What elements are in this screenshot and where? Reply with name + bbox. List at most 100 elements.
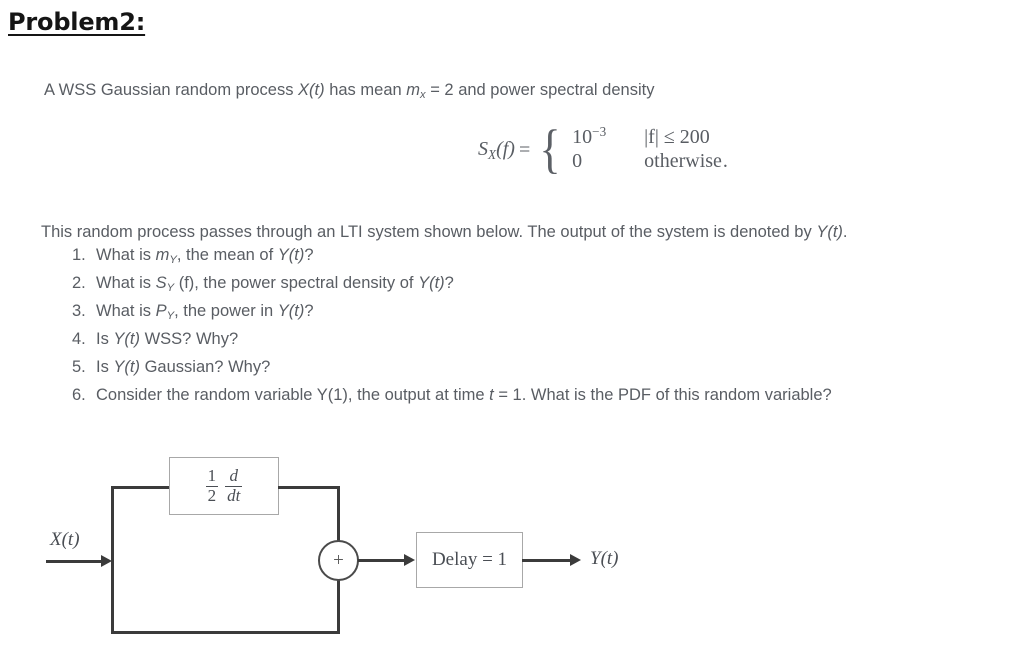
question-tail: WSS? Why? — [140, 330, 239, 348]
question-prefix: Is — [96, 330, 114, 348]
question-symbol2: Y(t) — [277, 302, 305, 320]
top-branch-wire-left — [111, 486, 172, 489]
plus-icon: + — [333, 549, 344, 571]
question-number: 4. — [72, 330, 86, 348]
question-symbol: S — [155, 274, 167, 292]
lti-paragraph: This random process passes through an LT… — [41, 222, 848, 243]
question-subscript: Y — [166, 282, 175, 295]
question-item-3: 3. What is PY, the power in Y(t)? — [72, 302, 1002, 330]
lti-output-symbol: Y(t) — [816, 223, 843, 241]
lti-text-b: . — [842, 223, 848, 241]
question-text: Consider the random variable Y(1), the o… — [96, 386, 832, 405]
bottom-branch-wire — [111, 631, 340, 634]
question-text: Is Y(t) WSS? Why? — [96, 330, 238, 349]
question-text: What is SY (f), the power spectral densi… — [96, 274, 454, 294]
psd-lhs: SX(f) — [478, 138, 517, 163]
psd-brace: { — [539, 118, 561, 179]
question-item-1: 1. What is mY, the mean of Y(t)? — [72, 246, 1002, 274]
intro-process-symbol: X(t) — [298, 81, 325, 99]
question-list: 1. What is mY, the mean of Y(t)? 2. What… — [72, 246, 1002, 414]
top-branch-wire-right — [278, 486, 340, 489]
summer-to-delay-wire — [358, 559, 406, 562]
coefficient-fraction: 1 2 — [205, 466, 219, 505]
block-diagram: X(t) 1 2 d dt + Delay = 1 Y(t) — [0, 440, 700, 659]
question-text: What is PY, the power in Y(t)? — [96, 302, 314, 322]
intro-prefix: A WSS Gaussian random process — [44, 81, 299, 99]
psd-trailing-period: . — [722, 150, 728, 172]
page-canvas: Problem2: A WSS Gaussian random process … — [0, 0, 1024, 659]
output-wire — [522, 559, 573, 562]
intro-mean-value: = 2 and power spectral density — [425, 81, 655, 99]
question-tail: ? — [444, 274, 454, 292]
diagram-output-label: Y(t) — [590, 548, 619, 569]
psd-lhs-symbol: S — [478, 137, 488, 160]
question-suffix: , the mean of — [176, 246, 278, 264]
question-number: 3. — [72, 302, 86, 320]
psd-case2-value: 0 — [572, 150, 583, 172]
intro-paragraph: A WSS Gaussian random process X(t) has m… — [44, 80, 654, 102]
question-item-6: 6. Consider the random variable Y(1), th… — [72, 386, 1002, 414]
summing-junction: + — [318, 540, 359, 581]
question-symbol2: Y(t) — [277, 246, 305, 264]
output-arrowhead-icon — [570, 554, 581, 566]
derivative-denominator: dt — [225, 485, 243, 505]
psd-lhs-subscript: X — [488, 146, 497, 162]
question-symbol: P — [155, 302, 167, 320]
question-subscript: Y — [166, 310, 175, 323]
question-number: 6. — [72, 386, 86, 404]
question-text: Is Y(t) Gaussian? Why? — [96, 358, 270, 377]
psd-case-row-2: 0 otherwise — [572, 150, 722, 176]
question-number: 1. — [72, 246, 86, 264]
question-prefix: What is — [96, 246, 156, 264]
delay-input-arrowhead-icon — [404, 554, 415, 566]
intro-middle: has mean — [324, 81, 407, 99]
question-number: 2. — [72, 274, 86, 292]
derivative-block: 1 2 d dt — [169, 457, 279, 515]
question-prefix: What is — [96, 302, 156, 320]
psd-case2-condition: otherwise — [644, 150, 722, 172]
top-branch-down-wire — [337, 486, 340, 542]
question-text: What is mY, the mean of Y(t)? — [96, 246, 314, 266]
psd-equation: SX(f) = { 10−3 |f| ≤ 200 0 otherwise . — [478, 118, 728, 179]
psd-case1-value: 10−3 — [572, 124, 644, 149]
psd-equals-sign: = — [518, 138, 531, 161]
input-wire — [46, 560, 104, 563]
derivative-fraction: d dt — [225, 466, 243, 505]
question-item-2: 2. What is SY (f), the power spectral de… — [72, 274, 1002, 302]
input-splitter-wire — [111, 487, 114, 634]
question-symbol2: Y(t) — [418, 274, 445, 292]
psd-case1-condition: |f| ≤ 200 — [644, 125, 710, 148]
question-prefix: Is — [96, 358, 114, 376]
question-symbol: m — [155, 246, 170, 264]
delay-block-label: Delay = 1 — [431, 549, 508, 570]
lti-text-a: This random process passes through an LT… — [41, 223, 817, 241]
question-prefix: Consider the random variable Y(1), the o… — [96, 386, 490, 404]
coefficient-numerator: 1 — [207, 466, 217, 486]
psd-cases: 10−3 |f| ≤ 200 0 otherwise — [563, 124, 722, 176]
question-item-5: 5. Is Y(t) Gaussian? Why? — [72, 358, 1002, 386]
question-suffix: (f), the power spectral density of — [174, 274, 419, 292]
diagram-input-label: X(t) — [50, 529, 80, 550]
delay-block: Delay = 1 — [416, 532, 523, 588]
psd-case-row-1: 10−3 |f| ≤ 200 — [572, 124, 722, 150]
psd-case1-base: 10 — [572, 125, 593, 148]
question-symbol2: Y(t) — [113, 358, 141, 376]
question-tail: ? — [304, 246, 314, 264]
question-tail: Gaussian? Why? — [140, 358, 271, 376]
question-suffix: = 1. What is the PDF of this random vari… — [493, 386, 832, 404]
intro-mean-symbol: m — [406, 81, 421, 99]
question-suffix: , the power in — [174, 302, 278, 320]
bottom-branch-up-wire — [337, 579, 340, 632]
question-prefix: What is — [96, 274, 156, 292]
derivative-block-content: 1 2 d dt — [170, 458, 278, 514]
question-symbol2: Y(t) — [113, 330, 141, 348]
question-number: 5. — [72, 358, 86, 376]
psd-case1-exponent: −3 — [592, 124, 607, 139]
page-title: Problem2: — [8, 8, 146, 36]
question-subscript: Y — [169, 254, 177, 267]
derivative-numerator: d — [229, 466, 238, 486]
question-item-4: 4. Is Y(t) WSS? Why? — [72, 330, 1002, 358]
question-tail: ? — [304, 302, 314, 320]
coefficient-denominator: 2 — [205, 485, 219, 505]
psd-lhs-arg: (f) — [496, 137, 515, 160]
